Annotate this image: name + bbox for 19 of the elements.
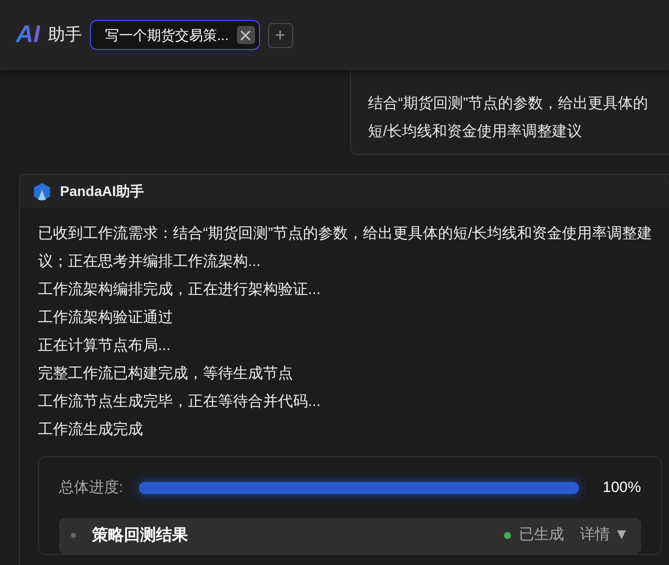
details-toggle[interactable]: 详情 ▼ <box>580 524 629 547</box>
status-line: 正在计算节点布局... <box>38 336 172 356</box>
status-line: 工作流生成完成 <box>38 420 144 440</box>
app-title: 助手 <box>48 24 82 46</box>
bullet-icon <box>71 533 76 538</box>
result-title: 策略回测结果 <box>92 526 188 546</box>
add-tab-button[interactable]: + <box>268 22 293 48</box>
progress-percent: 100% <box>602 478 641 498</box>
bot-icon <box>32 182 52 202</box>
sender-name: PandaAI助手 <box>60 182 144 201</box>
status-line: 工作流节点生成完毕，正在等待合并代码... <box>38 392 322 412</box>
status-line: 完整工作流已构建完成，等待生成节点 <box>38 364 294 384</box>
status-text: 已生成 <box>518 525 564 546</box>
status-line: 已收到工作流需求：结合“期货回测”节点的参数，给出更具体的短/长均线和资金使用率调整建议；正在思考并编排工作流架构... <box>38 224 654 272</box>
progress-label: 总体进度: <box>59 478 124 498</box>
close-icon[interactable] <box>236 26 255 44</box>
status-line: 工作流架构验证通过 <box>38 308 174 328</box>
status-line: 工作流架构编排完成，正在进行架构验证... <box>38 280 322 300</box>
tab[interactable]: 写一个期货交易策... <box>90 20 260 50</box>
